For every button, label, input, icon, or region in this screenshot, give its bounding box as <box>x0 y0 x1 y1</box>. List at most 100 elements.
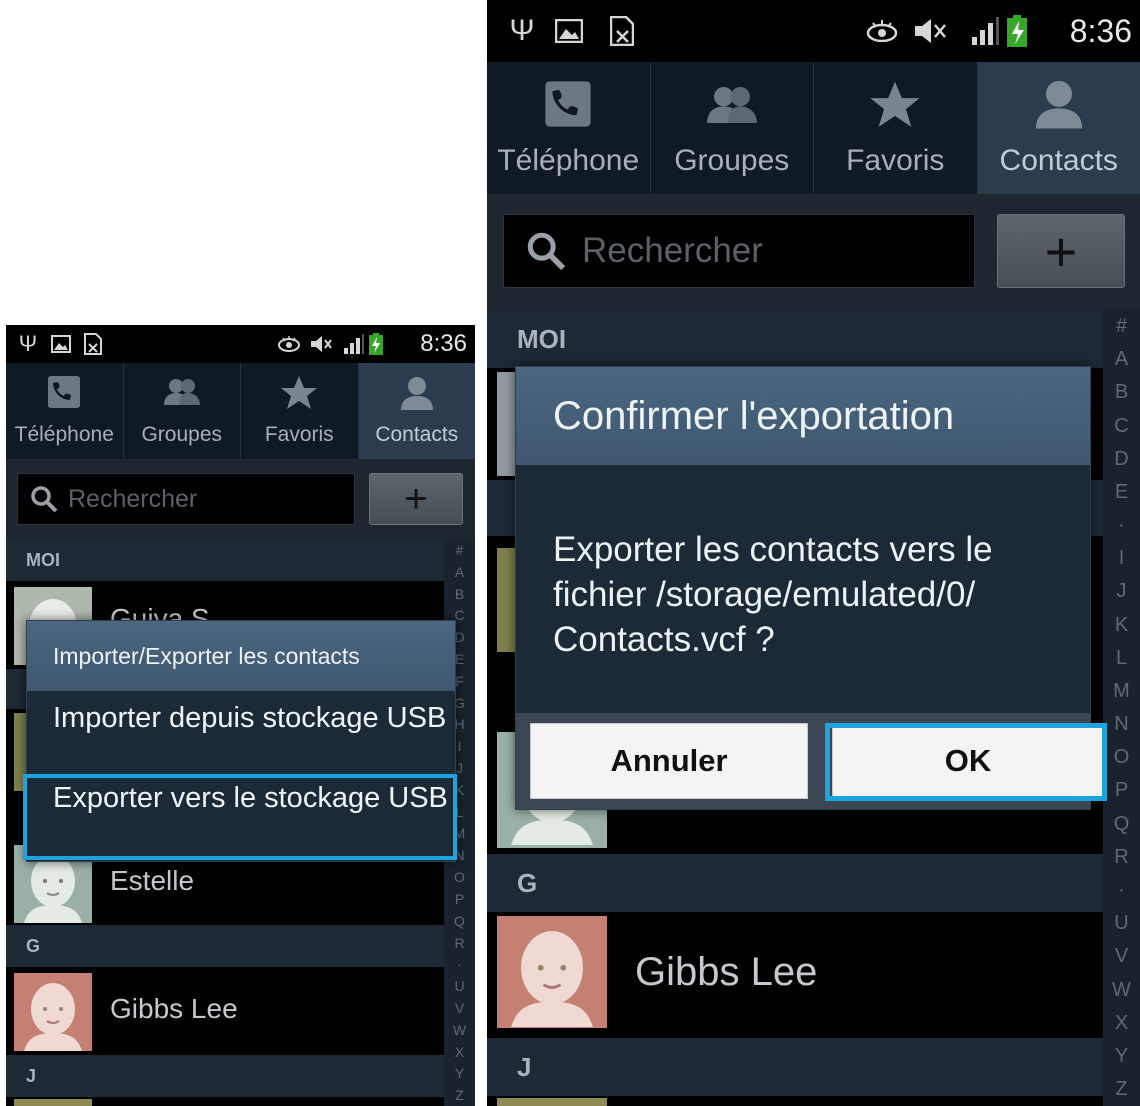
contact-row-gibbs-lee[interactable]: Gibbs Lee <box>487 912 1103 1038</box>
cancel-button[interactable]: Annuler <box>530 723 808 799</box>
index-letter[interactable]: I <box>1103 542 1140 575</box>
index-letter[interactable]: Q <box>444 910 475 932</box>
mute-icon <box>911 0 949 62</box>
dialog-title: Confirmer l'exportation <box>516 367 1090 465</box>
index-letter[interactable]: W <box>1103 973 1140 1006</box>
confirm-export-dialog: Confirmer l'exportation Exporter les con… <box>515 366 1107 810</box>
index-letter[interactable]: U <box>1103 907 1140 940</box>
contact-name: Gibbs Lee <box>635 950 818 994</box>
tab-groupes[interactable]: Groupes <box>124 363 241 459</box>
index-letter[interactable]: L <box>1103 642 1140 675</box>
index-letter[interactable]: V <box>444 997 475 1019</box>
contact-row-gibbs-lee[interactable]: Gibbs Lee <box>6 967 444 1055</box>
signal-icon <box>342 325 366 363</box>
add-contact-button[interactable]: + <box>997 214 1125 288</box>
dialog-title: Importer/Exporter les contacts <box>27 621 455 691</box>
contact-row-partial <box>487 1096 1103 1106</box>
status-bar: Ψ 8:36 <box>487 0 1140 62</box>
tab-contacts[interactable]: Contacts <box>977 62 1140 194</box>
index-letter[interactable]: X <box>1103 1007 1140 1040</box>
index-letter[interactable]: J <box>1103 575 1140 608</box>
index-letter[interactable]: · <box>1103 509 1140 542</box>
tab-contacts[interactable]: Contacts <box>358 363 475 459</box>
index-letter[interactable]: A <box>444 561 475 583</box>
selection-highlight <box>23 774 457 860</box>
tab-groupes[interactable]: Groupes <box>651 62 814 194</box>
index-letter[interactable]: D <box>1103 443 1140 476</box>
index-letter[interactable]: B <box>1103 376 1140 409</box>
index-letter[interactable]: R <box>444 932 475 954</box>
index-letter[interactable]: W <box>444 1019 475 1041</box>
tab-bar: Téléphone Groupes Favoris Contacts <box>6 363 475 459</box>
index-letter[interactable]: Z <box>1103 1073 1140 1106</box>
index-letter[interactable]: X <box>444 1041 475 1063</box>
index-letter[interactable]: O <box>444 866 475 888</box>
avatar <box>497 916 607 1028</box>
search-input[interactable]: Rechercher <box>17 473 355 525</box>
section-header-moi: MOI <box>487 310 1103 368</box>
section-header-g: G <box>6 925 444 967</box>
add-contact-button[interactable]: + <box>369 473 463 525</box>
contact-icon <box>1033 78 1085 135</box>
smart-stay-eye-icon <box>276 325 302 363</box>
groups-icon <box>703 84 761 131</box>
tab-favoris[interactable]: Favoris <box>814 62 978 194</box>
search-icon <box>526 231 566 271</box>
index-letter[interactable]: O <box>1103 741 1140 774</box>
search-bar: Rechercher + <box>487 194 1140 310</box>
battery-charging-icon <box>368 325 384 363</box>
tab-telephone[interactable]: Téléphone <box>487 62 651 194</box>
star-icon <box>869 80 921 135</box>
phone-icon <box>47 375 81 414</box>
phone-icon <box>544 80 592 133</box>
index-letter[interactable]: C <box>1103 410 1140 443</box>
alphabet-index-scrollbar[interactable]: # A B C D E · I J K L M N O P Q R · U V W X Y Z <box>1103 310 1140 1106</box>
gallery-icon <box>553 0 585 62</box>
dialog-message: Exporter les contacts vers le fichier /s… <box>553 530 993 659</box>
index-letter[interactable]: · <box>1103 874 1140 907</box>
contact-name: Estelle <box>110 865 195 896</box>
search-icon <box>30 485 58 513</box>
index-letter[interactable]: M <box>1103 675 1140 708</box>
section-header-j: J <box>487 1038 1103 1096</box>
contact-name: Gibbs Lee <box>110 993 238 1024</box>
index-letter[interactable]: Q <box>1103 808 1140 841</box>
index-letter[interactable]: K <box>1103 609 1140 642</box>
phone-screen-left: Ψ 8:36 Téléphone Groupes Favoris Contact… <box>6 325 475 1106</box>
import-from-usb-option[interactable]: Importer depuis stockage USB <box>27 699 455 775</box>
groups-icon <box>161 377 203 412</box>
index-letter[interactable]: # <box>444 539 475 561</box>
index-letter[interactable]: N <box>1103 708 1140 741</box>
status-bar: Ψ 8:36 <box>6 325 475 363</box>
index-letter[interactable]: Z <box>444 1084 475 1106</box>
index-letter[interactable]: U <box>444 975 475 997</box>
avatar <box>14 973 92 1051</box>
section-header-moi: MOI <box>6 539 444 581</box>
clock: 8:36 <box>420 330 467 357</box>
section-header-g: G <box>487 854 1103 912</box>
contact-icon <box>399 375 435 416</box>
index-letter[interactable]: P <box>444 888 475 910</box>
signal-icon <box>969 0 1003 62</box>
usb-icon: Ψ <box>509 14 535 47</box>
index-letter[interactable]: R <box>1103 841 1140 874</box>
index-letter[interactable]: Y <box>1103 1040 1140 1073</box>
smart-stay-eye-icon <box>863 0 901 62</box>
index-letter[interactable]: A <box>1103 343 1140 376</box>
tab-telephone[interactable]: Téléphone <box>6 363 124 459</box>
search-input[interactable]: Rechercher <box>503 214 975 288</box>
avatar <box>497 1098 607 1106</box>
mute-icon <box>308 325 334 363</box>
clock: 8:36 <box>1069 12 1132 49</box>
tab-bar: Téléphone Groupes Favoris Contacts <box>487 62 1140 194</box>
index-letter[interactable]: P <box>1103 774 1140 807</box>
index-letter[interactable]: # <box>1103 310 1140 343</box>
index-letter[interactable]: B <box>444 583 475 605</box>
gallery-icon <box>50 325 72 363</box>
index-letter[interactable]: Y <box>444 1063 475 1085</box>
tab-favoris[interactable]: Favoris <box>241 363 359 459</box>
usb-icon: Ψ <box>18 331 38 356</box>
index-letter[interactable]: E <box>1103 476 1140 509</box>
index-letter[interactable]: V <box>1103 940 1140 973</box>
index-letter[interactable]: · <box>444 953 475 975</box>
